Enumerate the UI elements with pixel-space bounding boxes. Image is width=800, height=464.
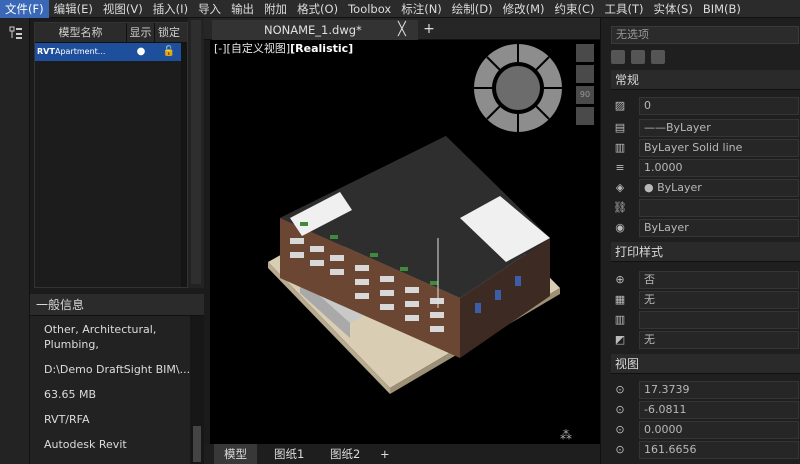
prop-linetype: ▥ ByLayer Solid line [611,138,800,158]
lineweight-icon: ◈ [615,181,625,194]
info-category-2: Plumbing, [44,338,99,351]
select-objects-icon[interactable] [631,50,645,64]
info-scrollbar[interactable] [190,316,204,464]
info-source-app: Autodesk Revit [44,438,127,451]
building-3d-model[interactable] [260,118,560,398]
menu-modify[interactable]: 修改(M) [498,0,550,18]
menu-view[interactable]: 视图(V) [98,0,148,18]
prop-print-2: ▦ 无 [611,290,800,310]
panel-splitter[interactable] [188,18,204,288]
prop-linescale: ≡ 1.0000 [611,158,800,178]
quick-select-icon[interactable] [611,50,625,64]
new-tab-button[interactable]: + [420,20,438,38]
model-list-scrollbar[interactable] [181,43,187,287]
menu-toolbox[interactable]: Toolbox [343,0,396,18]
menu-bim[interactable]: BIM(B) [698,0,746,18]
height-icon: ⊙ [615,443,625,456]
menu-dimension[interactable]: 标注(N) [396,0,447,18]
prop-center-y: ⊙ -6.0811 [611,400,800,420]
add-sheet-button[interactable]: + [370,444,400,464]
layer-icon: ▤ [614,121,626,134]
prop-center-x: ⊙ 17.3739 [611,380,800,400]
layout-tab-bar: 模型 图纸1 图纸2 + [204,444,600,464]
general-info-title: 一般信息 [30,294,204,316]
center-z-icon: ⊙ [615,423,625,436]
section-view[interactable]: 视图 [611,354,800,374]
menu-constraint[interactable]: 约束(C) [550,0,600,18]
menu-edit[interactable]: 编辑(E) [49,0,98,18]
unlock-icon[interactable]: 🔓 [155,43,183,61]
prop-print-1: ⊕ 否 [611,270,800,290]
menu-addon[interactable]: 附加 [259,0,292,18]
tab-sheet1[interactable]: 图纸1 [264,444,314,464]
prop-color: ▨ 0 [611,96,800,116]
section-print-style[interactable]: 打印样式 [611,242,800,262]
color-icon: ▨ [614,99,626,112]
prop-print-4: ◩ 无 [611,330,800,350]
nav-button-2[interactable] [576,65,594,83]
menu-output[interactable]: 输出 [226,0,259,18]
visible-dot-icon[interactable]: ● [127,43,155,61]
nav-button-1[interactable] [576,44,594,62]
info-format: RVT/RFA [44,413,90,426]
menu-import[interactable]: 导入 [193,0,226,18]
linetype-icon: ▥ [614,141,626,154]
properties-toolbar [611,50,665,66]
selection-dropdown[interactable]: 无选项 [611,26,799,44]
plot-attached-icon: ▥ [614,313,626,326]
document-tab[interactable]: NONAME_1.dwg* ╳ [212,20,418,40]
menu-entity[interactable]: 实体(S) [649,0,698,18]
left-toolbar [0,18,30,464]
prop-height: ⊙ 161.6656 [611,440,800,460]
document-tab-bar: NONAME_1.dwg* ╳ + [204,18,600,40]
menu-file[interactable]: 文件(F) [0,0,49,18]
col-model-name[interactable]: 模型名称 [35,23,127,42]
col-lock[interactable]: 锁定 [155,23,183,42]
model-tree-icon[interactable] [9,26,23,40]
prop-center-z: ⊙ 0.0000 [611,420,800,440]
print-style-icon: ⊕ [615,273,625,286]
info-category: Other, Architectural, [44,323,157,336]
visual-style-label[interactable]: [Realistic] [290,42,353,55]
close-tab-icon[interactable]: ╳ [398,22,406,37]
toggle-pickadd-icon[interactable] [651,50,665,64]
model-row-name: Apartment... [55,47,106,56]
zoom-percent-button[interactable]: 90 [576,86,594,104]
menu-format[interactable]: 格式(O) [292,0,343,18]
menu-insert[interactable]: 插入(I) [148,0,193,18]
prop-material: ◉ ByLayer [611,218,800,238]
plot-table-icon: ▦ [614,293,626,306]
ucs-icon: ⁂ [560,428,572,442]
info-size: 63.65 MB [44,388,97,401]
nav-button-4[interactable] [576,107,594,125]
view-label[interactable]: [-][自定义视图][Realistic] [214,40,353,56]
prop-print-3: ▥ [611,310,800,330]
prop-lineweight: ◈ ● ByLayer [611,178,800,198]
model-list-panel: 模型名称 显示 锁定 RVT Apartment... ● 🔓 [34,22,188,288]
plot-available-icon: ◩ [614,333,626,346]
center-y-icon: ⊙ [615,403,625,416]
material-icon: ◉ [615,221,625,234]
prop-hyperlink: ⛓ [611,198,800,218]
menu-draw[interactable]: 绘制(D) [447,0,498,18]
tab-sheet2[interactable]: 图纸2 [320,444,370,464]
col-show[interactable]: 显示 [127,23,155,42]
info-path: D:\Demo DraftSight BIM\... [44,363,191,376]
section-general[interactable]: 常规 [611,70,800,90]
tab-model[interactable]: 模型 [214,444,257,464]
linescale-icon: ≡ [615,161,625,174]
drawing-viewport[interactable]: [-][自定义视图][Realistic] 90 ⁂ [210,40,600,444]
menu-tools[interactable]: 工具(T) [600,0,649,18]
prop-layer: ▤ ——ByLayer [611,118,800,138]
model-list-header: 模型名称 显示 锁定 [35,23,187,43]
hyperlink-icon: ⛓ [613,201,627,214]
rvt-badge: RVT [37,47,55,56]
document-tab-name: NONAME_1.dwg* [264,23,362,37]
view-prefix[interactable]: [-][自定义视图] [214,42,290,55]
center-x-icon: ⊙ [615,383,625,396]
menu-bar: 文件(F) 编辑(E) 视图(V) 插入(I) 导入 输出 附加 格式(O) T… [0,0,800,18]
properties-panel: 无选项 常规 ▨ 0 ▤ ——ByLayer ▥ ByLayer Solid line… [600,18,800,464]
model-row[interactable]: RVT Apartment... ● 🔓 [35,43,187,61]
general-info-panel: 一般信息 Other, Architectural, Plumbing, D:\… [30,294,204,464]
